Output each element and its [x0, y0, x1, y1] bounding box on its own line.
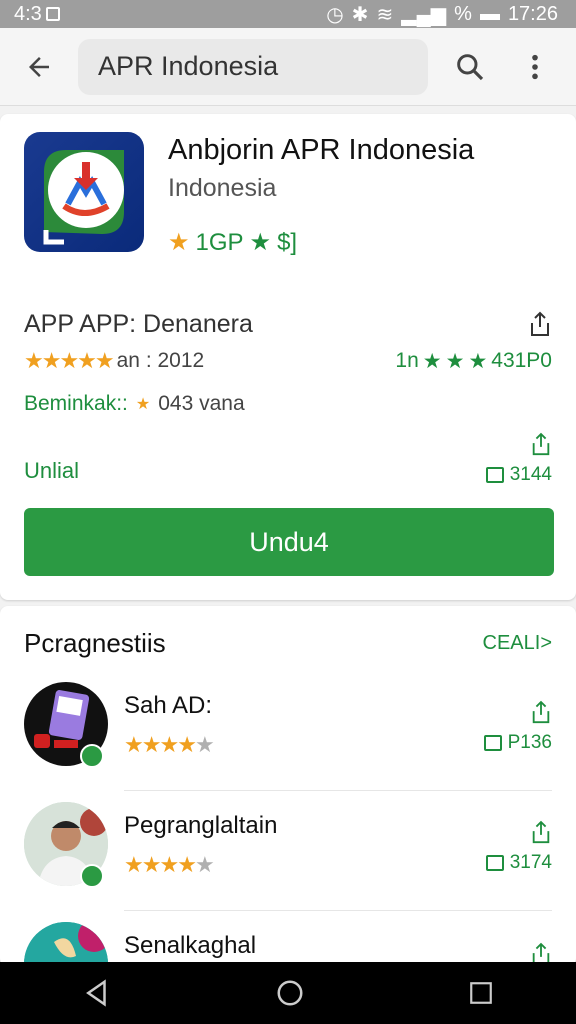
- app-detail-card: Anbjorin APR Indonesia Indonesia ★ 1GP ★…: [0, 114, 576, 600]
- update-label: Unlial: [24, 458, 80, 483]
- item-name: Senalkaghal: [124, 932, 257, 959]
- rating-tail: $]: [277, 228, 298, 256]
- install-button[interactable]: Undu4: [24, 508, 554, 576]
- status-bar: 4:3 ◷ ✱ ≋ ▂▄▆ % ▬ 17:26: [0, 0, 576, 28]
- overflow-menu-button[interactable]: [510, 28, 560, 106]
- nav-back-icon[interactable]: [82, 978, 112, 1008]
- app-bar: APR Indonesia: [0, 28, 576, 106]
- file-icon: [483, 735, 502, 751]
- nav-recents-icon[interactable]: [468, 980, 494, 1006]
- meta-right: 1n: [395, 349, 419, 372]
- list-item[interactable]: Pegranglaltain ★★★★★ 3174: [0, 800, 576, 920]
- stats-row: ★★★★★ an : 2012 1n ★ ★ ★ 431P0: [24, 348, 552, 374]
- star-icon: ★: [194, 732, 215, 757]
- update-row: Unlial 3144: [24, 432, 552, 486]
- status-time: 4:3: [14, 2, 42, 25]
- item-size-value: 3174: [509, 852, 552, 873]
- star-icon: ★: [249, 229, 272, 256]
- star-icon: ★: [468, 349, 488, 373]
- item-name: Sah AD:: [124, 692, 213, 719]
- divider: [124, 790, 552, 791]
- status-right: ◷ ✱ ≋ ▂▄▆ % ▬ 17:26: [326, 2, 558, 27]
- list-item[interactable]: Senalkaghal: [0, 920, 576, 966]
- star-icon: ★: [168, 229, 190, 256]
- star-icon: ★: [159, 852, 179, 877]
- item-meta: P136: [483, 700, 552, 754]
- back-button[interactable]: [0, 28, 78, 106]
- update-size: 3144: [485, 464, 552, 486]
- stars-rating: ★★★★★: [24, 348, 115, 373]
- search-icon: [457, 53, 484, 80]
- star-icon: ★: [159, 732, 179, 757]
- item-size: P136: [483, 732, 552, 754]
- star-icon: ★: [177, 852, 197, 877]
- info-label: APP APP: Denanera: [24, 310, 253, 338]
- star-icon: ★: [124, 852, 144, 877]
- app-thumbnail-icon: [24, 922, 108, 966]
- star-icon: ★: [124, 732, 144, 757]
- vibrate-icon: ✱: [351, 3, 369, 26]
- verified-badge-icon: [80, 744, 104, 768]
- status-left: 4:3: [14, 3, 60, 26]
- downloads-row: Beminkak:: ★ 043 vana: [24, 392, 552, 416]
- recommendations-card: Pcragnestiis CEALI> Sah AD: ★★★★★ P136 P…: [0, 606, 576, 966]
- share-icon[interactable]: [528, 311, 552, 339]
- search-input-text: APR Indonesia: [98, 51, 279, 81]
- star-icon: ★: [135, 396, 151, 413]
- section-header: Pcragnestiis CEALI>: [24, 628, 552, 659]
- battery-percent: %: [454, 2, 472, 25]
- share-icon[interactable]: [530, 820, 552, 846]
- update-meta: 3144: [485, 432, 552, 486]
- update-size-value: 3144: [509, 464, 552, 485]
- app-developer[interactable]: Indonesia: [168, 174, 276, 203]
- more-vert-icon: [532, 54, 538, 79]
- downloads-label: Beminkak::: [24, 392, 128, 415]
- signal-icon: ▂▄▆: [401, 3, 447, 26]
- system-nav-bar: [0, 962, 576, 1024]
- notification-icon: [45, 7, 60, 21]
- rating-value: 1GP: [195, 228, 244, 256]
- app-title: Anbjorin APR Indonesia: [168, 134, 475, 166]
- item-stars: ★★★★★: [124, 732, 215, 758]
- divider: [124, 910, 552, 911]
- status-right-time: 17:26: [507, 2, 558, 25]
- list-item[interactable]: Sah AD: ★★★★★ P136: [0, 680, 576, 800]
- meta-right-count: 431P0: [491, 349, 552, 372]
- star-icon: ★: [141, 732, 162, 757]
- avatar: [24, 922, 108, 966]
- alarm-icon: ◷: [326, 3, 344, 26]
- downloads-value: 043 vana: [158, 392, 245, 415]
- star-icon: ★: [445, 349, 465, 373]
- section-title: Pcragnestiis: [24, 628, 166, 658]
- info-row: APP APP: Denanera: [24, 310, 552, 339]
- item-name: Pegranglaltain: [124, 812, 278, 839]
- star-icon: ★: [177, 732, 197, 757]
- meta-year: an : 2012: [116, 349, 205, 372]
- app-logo-icon: [43, 150, 124, 245]
- search-input[interactable]: APR Indonesia: [78, 38, 428, 95]
- install-button-label: Undu4: [249, 526, 329, 557]
- verified-badge-icon: [80, 864, 104, 888]
- review-count: 1n ★ ★ ★ 431P0: [395, 349, 552, 374]
- app-icon[interactable]: [24, 132, 144, 252]
- star-icon: ★: [422, 349, 442, 373]
- battery-icon: ▬: [479, 2, 500, 25]
- item-size-value: P136: [507, 732, 552, 753]
- item-size: 3174: [485, 852, 552, 874]
- item-meta: 3174: [485, 820, 552, 874]
- search-button[interactable]: [430, 28, 510, 106]
- share-icon[interactable]: [530, 700, 552, 726]
- review-summary: ★★★★★ an : 2012: [24, 348, 204, 374]
- star-icon: ★: [141, 852, 162, 877]
- app-rating-summary: ★ 1GP ★ $]: [168, 228, 297, 257]
- back-arrow-icon: [29, 56, 49, 77]
- share-icon[interactable]: [530, 432, 552, 458]
- nav-home-icon[interactable]: [275, 978, 305, 1008]
- file-icon: [485, 855, 504, 871]
- file-icon: [485, 467, 504, 483]
- star-icon: ★: [194, 852, 215, 877]
- see-all-link[interactable]: CEALI>: [483, 632, 552, 655]
- wifi-icon: ≋: [376, 3, 394, 26]
- item-stars: ★★★★★: [124, 852, 215, 878]
